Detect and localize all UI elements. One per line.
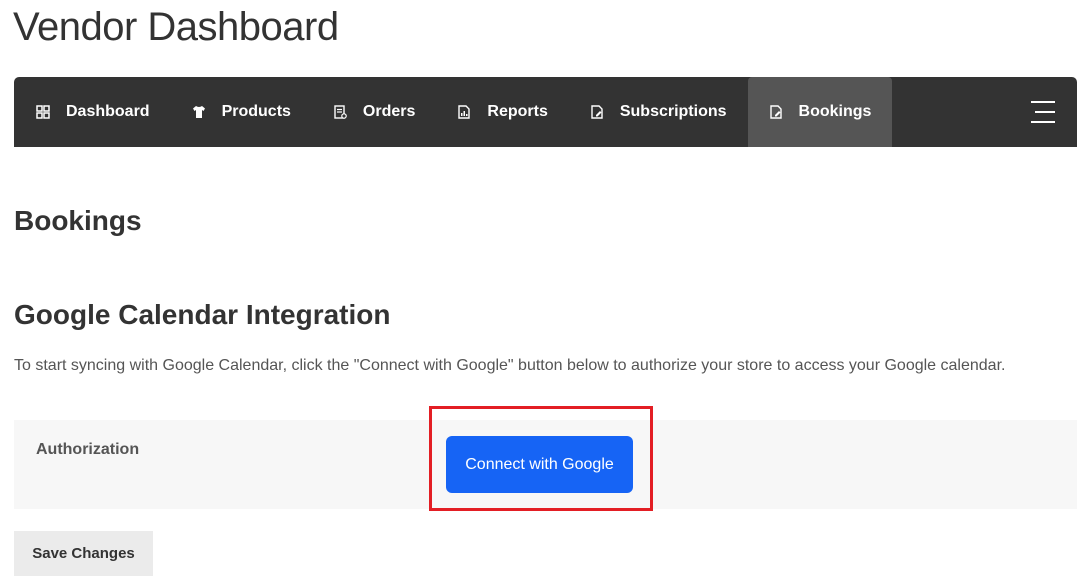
nav-item-bookings[interactable]: Bookings [747, 77, 893, 147]
page-title: Vendor Dashboard [13, 5, 339, 49]
nav-item-dashboard[interactable]: Dashboard [14, 77, 171, 147]
authorization-row: Authorization Connect with Google [14, 420, 1077, 509]
nav-item-products[interactable]: Products [171, 77, 312, 147]
authorization-label: Authorization [36, 441, 140, 458]
nav-item-subscriptions[interactable]: Subscriptions [569, 77, 748, 147]
report-icon [457, 105, 471, 119]
nav-label: Subscriptions [619, 103, 727, 120]
edit-document-icon [769, 105, 783, 119]
nav-item-reports[interactable]: Reports [436, 77, 568, 147]
nav-label: Dashboard [66, 103, 150, 120]
nav-item-orders[interactable]: Orders [312, 77, 436, 147]
integration-description: To start syncing with Google Calendar, c… [14, 357, 1006, 374]
nav-label: Products [221, 103, 291, 120]
edit-document-icon [590, 105, 604, 119]
hamburger-menu-icon[interactable] [1031, 99, 1055, 125]
grid-icon [36, 105, 50, 119]
section-title: Bookings [14, 205, 142, 236]
nav-label: Orders [362, 103, 416, 120]
shirt-icon [192, 105, 206, 119]
receipt-icon [333, 105, 347, 119]
subsection-title: Google Calendar Integration [14, 299, 391, 330]
connect-with-google-button[interactable]: Connect with Google [446, 436, 633, 493]
nav-label: Bookings [798, 103, 872, 120]
nav-label: Reports [487, 103, 548, 120]
save-changes-button[interactable]: Save Changes [14, 531, 153, 576]
vendor-navbar: Dashboard Products Orders Reports Subscr… [14, 77, 1077, 147]
